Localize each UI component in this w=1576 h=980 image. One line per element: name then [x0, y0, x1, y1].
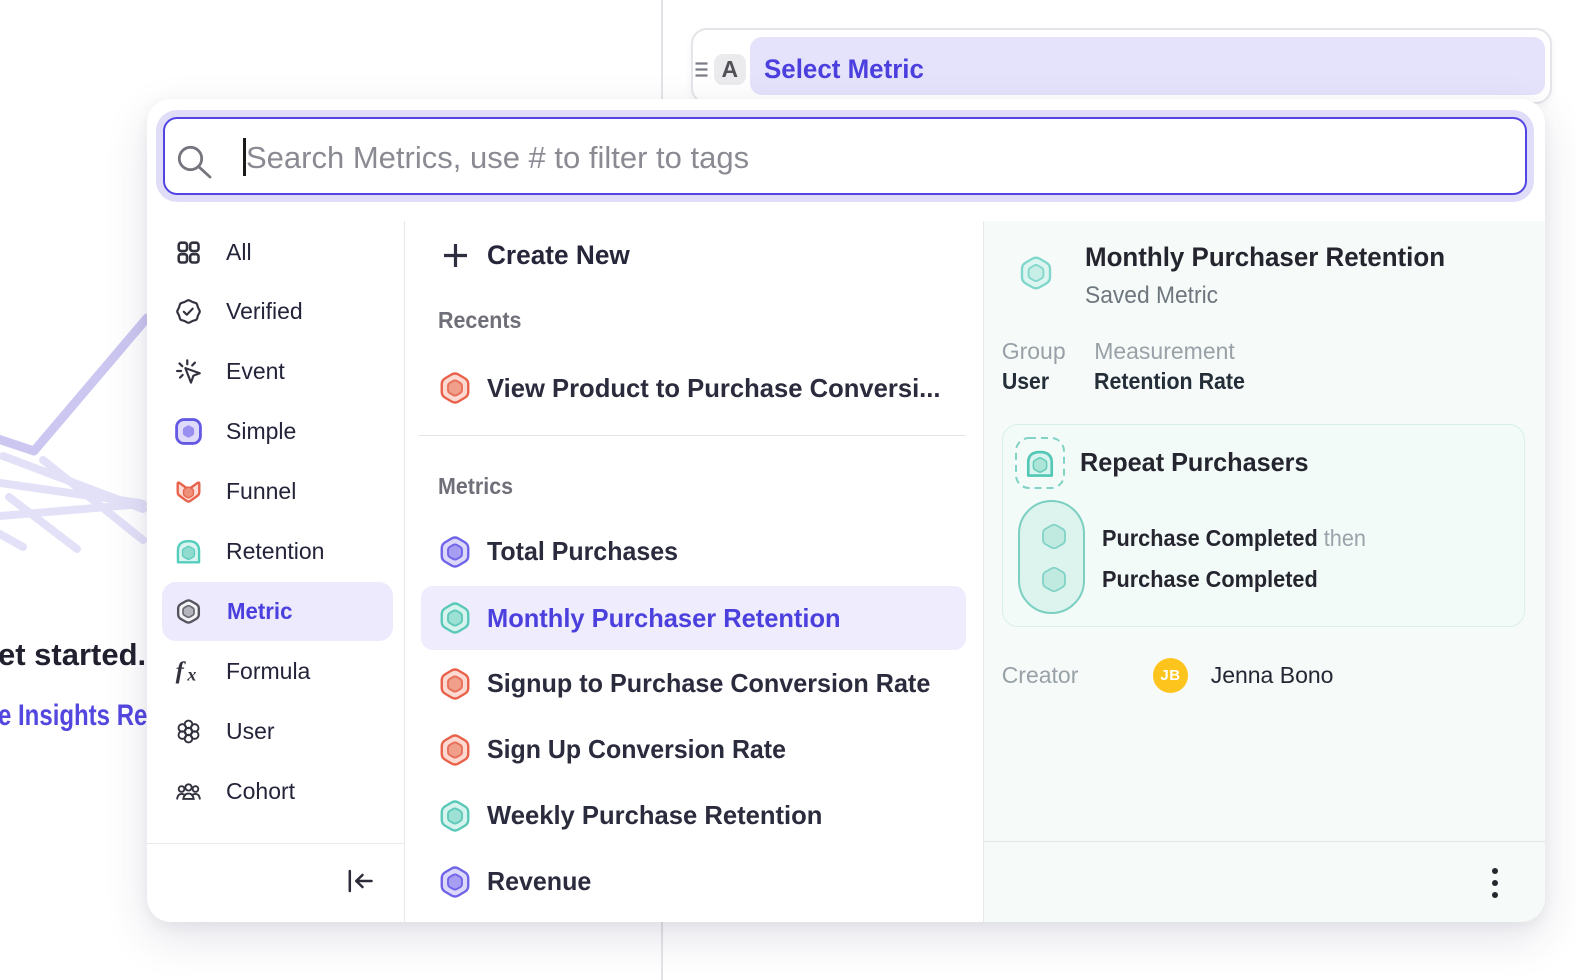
svg-text:x: x: [186, 664, 196, 684]
svg-text:f: f: [176, 658, 187, 684]
